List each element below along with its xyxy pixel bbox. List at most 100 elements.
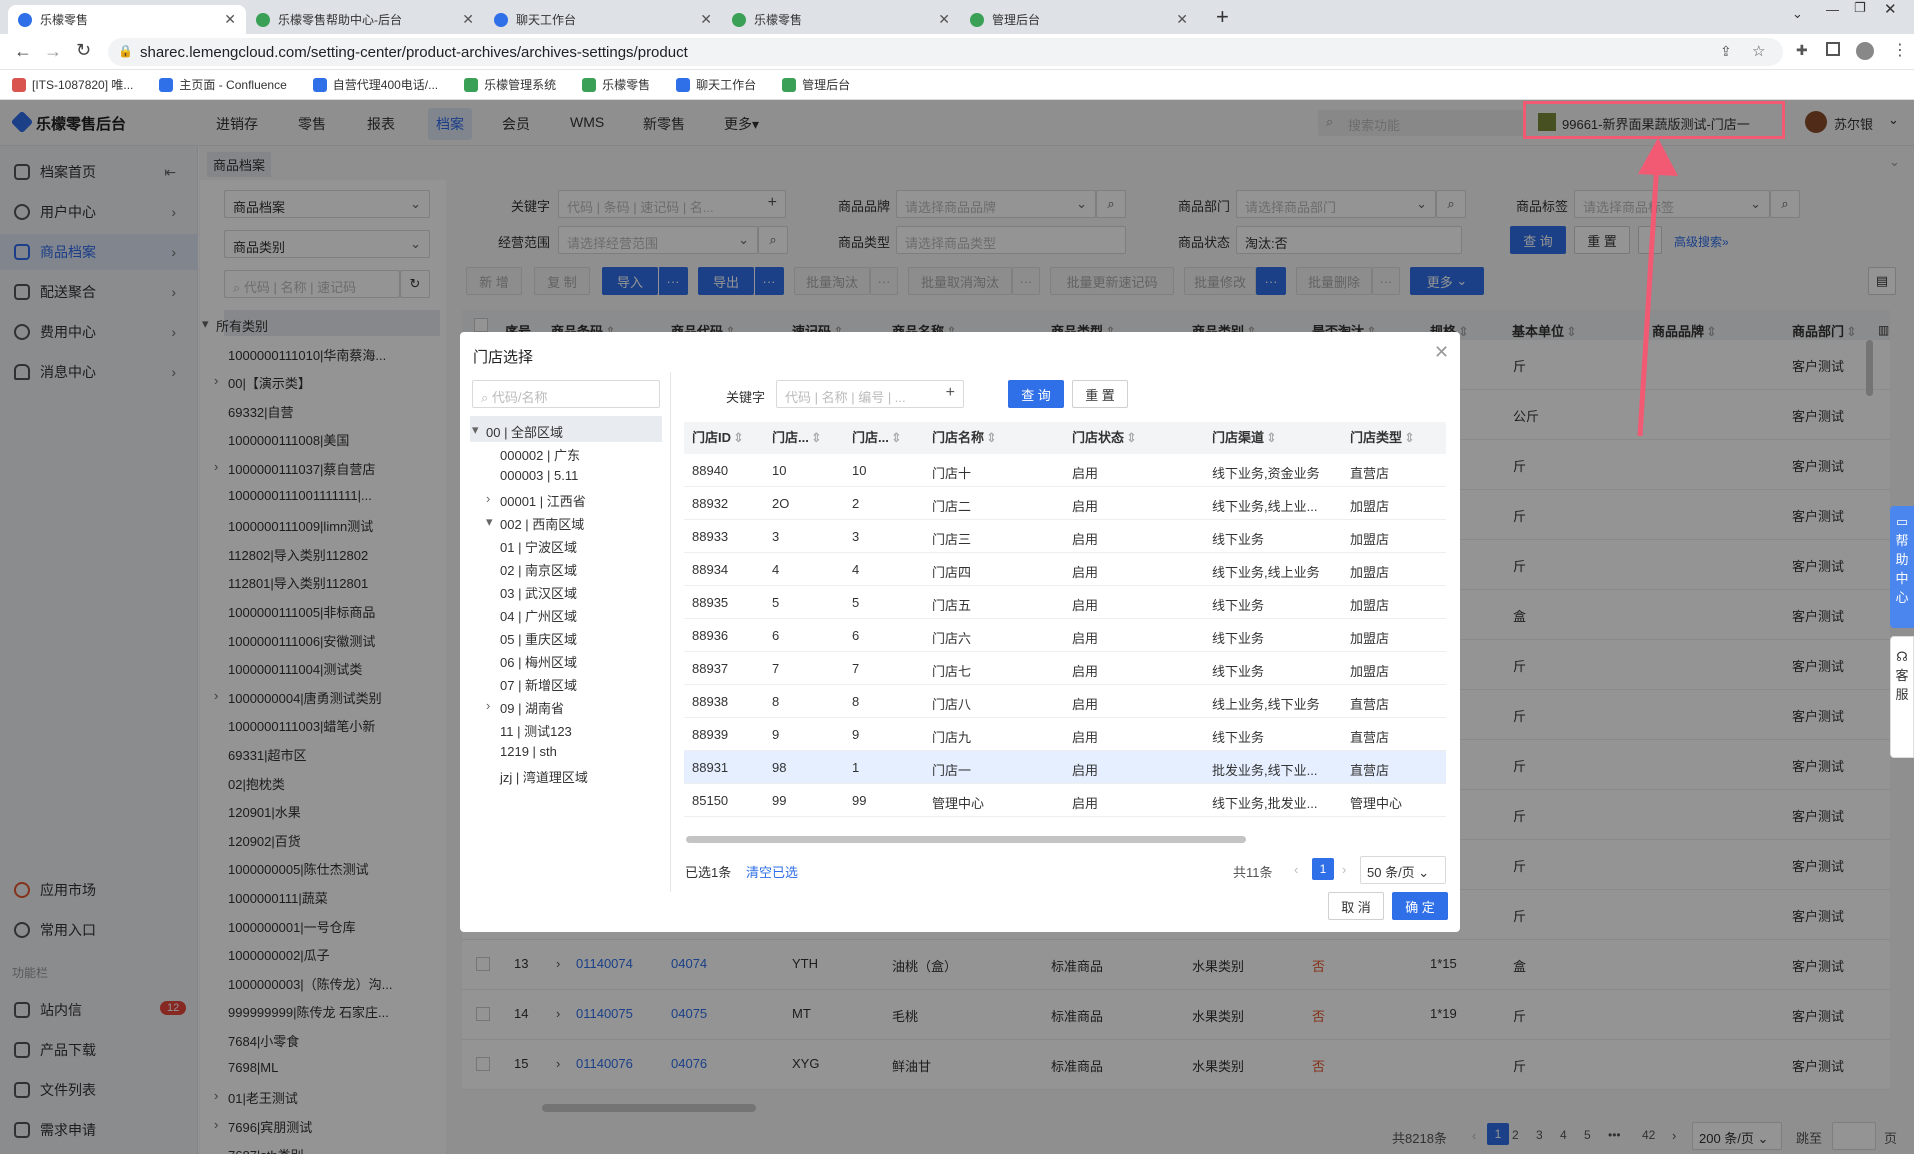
store-column-header[interactable]: 门店状态 ⇕: [1072, 422, 1202, 454]
store-row[interactable]: 88933 3 3 门店三 启用 线下业务 加盟店: [684, 520, 1446, 553]
close-icon[interactable]: ✕: [224, 11, 236, 28]
bookmark[interactable]: 乐檬管理系统: [464, 76, 556, 93]
browser-menu-icon[interactable]: ⋮: [1892, 40, 1908, 60]
sidepanel-icon[interactable]: [1826, 42, 1840, 56]
clear-selection-link[interactable]: 清空已选: [746, 862, 798, 881]
store-column-header[interactable]: 门店名称 ⇕: [932, 422, 1062, 454]
url-input[interactable]: 🔒 sharec.lemengcloud.com/setting-center/…: [108, 38, 1783, 66]
store-tree-label: 02 | 南京区域: [500, 563, 578, 578]
store-tree-node[interactable]: 11 | 测试123: [500, 721, 572, 740]
store-tree-node[interactable]: 05 | 重庆区域: [500, 629, 577, 648]
store-tree-node[interactable]: 04 | 广州区域: [500, 606, 577, 625]
store-tree-node[interactable]: › 09 | 湖南省: [486, 698, 564, 717]
store-channel-cell: 线下业务: [1212, 730, 1265, 745]
store-tree-node[interactable]: 000002 | 广东: [500, 445, 580, 464]
close-icon[interactable]: ✕: [462, 11, 474, 28]
store-column-header[interactable]: 门店渠道 ⇕: [1212, 422, 1342, 454]
bookmark[interactable]: [ITS-1087820] 唯...: [12, 76, 133, 93]
browser-tab[interactable]: 乐檬零售 ✕: [8, 5, 246, 34]
browser-tab[interactable]: 乐檬零售 ✕: [722, 5, 960, 34]
store-tree-node[interactable]: 01 | 宁波区域: [500, 537, 577, 556]
sort-icon[interactable]: ⇕: [733, 430, 744, 445]
prev-page-icon[interactable]: ‹: [1294, 862, 1298, 877]
bookmark[interactable]: 主页面 - Confluence: [159, 76, 287, 93]
store-keyword-input[interactable]: 代码 | 名称 | 编号 | ... +: [776, 380, 964, 408]
sort-icon[interactable]: ⇕: [811, 430, 822, 445]
store-row[interactable]: 88935 5 5 门店五 启用 线下业务 加盟店: [684, 586, 1446, 619]
store-row[interactable]: 88937 7 7 门店七 启用 线下业务 加盟店: [684, 652, 1446, 685]
browser-tab[interactable]: 乐檬零售帮助中心-后台 ✕: [246, 5, 484, 34]
cancel-button[interactable]: 取 消: [1328, 892, 1384, 920]
confirm-button[interactable]: 确 定: [1392, 892, 1448, 920]
browser-tab[interactable]: 管理后台 ✕: [960, 5, 1198, 34]
store-status-cell: 启用: [1072, 499, 1099, 514]
store-tree-node[interactable]: 07 | 新增区域: [500, 675, 577, 694]
store-tree-node[interactable]: › 00001 | 江西省: [486, 491, 586, 510]
store-reset-button[interactable]: 重 置: [1072, 380, 1128, 408]
minimize-icon[interactable]: —: [1826, 2, 1839, 17]
extensions-icon[interactable]: ✚: [1796, 42, 1808, 59]
sort-icon[interactable]: ⇕: [1126, 430, 1137, 445]
store-column-header[interactable]: 门店类型 ⇕: [1350, 422, 1440, 454]
star-icon[interactable]: ☆: [1752, 42, 1765, 60]
current-page[interactable]: 1: [1312, 858, 1334, 880]
store-tree-search-input[interactable]: ⌕ 代码/名称: [472, 380, 660, 408]
close-icon[interactable]: ✕: [1176, 11, 1188, 28]
sort-icon[interactable]: ⇕: [986, 430, 997, 445]
close-icon[interactable]: ✕: [1434, 342, 1449, 363]
window-close-icon[interactable]: ✕: [1884, 0, 1897, 18]
reload-icon[interactable]: ↻: [76, 40, 91, 61]
bookmark[interactable]: 聊天工作台: [676, 76, 756, 93]
store-tree-node[interactable]: 06 | 梅州区域: [500, 652, 577, 671]
store-column-header[interactable]: 门店... ⇕: [772, 422, 842, 454]
store-row[interactable]: 88936 6 6 门店六 启用 线下业务 加盟店: [684, 619, 1446, 652]
store-row[interactable]: 88932 2O 2 门店二 启用 线下业务,线上业... 加盟店: [684, 487, 1446, 520]
browser-tab[interactable]: 聊天工作台 ✕: [484, 5, 722, 34]
store-tree-node[interactable]: ▾ 002 | 西南区域: [486, 514, 584, 533]
plus-icon[interactable]: +: [946, 384, 955, 402]
bookmark[interactable]: 乐檬零售: [582, 76, 650, 93]
forward-icon[interactable]: →: [44, 41, 62, 62]
store-row[interactable]: 85150 99 99 管理中心 启用 线下业务,批发业... 管理中心: [684, 784, 1446, 817]
store-row[interactable]: 88938 8 8 门店八 启用 线上业务,线下业务 直营店: [684, 685, 1446, 718]
close-icon[interactable]: ✕: [700, 11, 712, 28]
restore-icon[interactable]: ❐: [1854, 0, 1866, 16]
store-tree-node[interactable]: jzj | 湾道理区域: [500, 767, 588, 786]
new-tab-icon[interactable]: +: [1216, 4, 1229, 30]
sort-icon[interactable]: ⇕: [891, 430, 902, 445]
sort-icon[interactable]: ⇕: [1404, 430, 1415, 445]
store-status-cell: 启用: [1072, 763, 1099, 778]
help-center-tab[interactable]: ▭ 帮助中心: [1890, 506, 1914, 628]
profile-icon[interactable]: [1856, 42, 1874, 60]
bookmark[interactable]: 自营代理400电话/...: [312, 76, 438, 93]
store-row-selected[interactable]: 88931 98 1 门店一 启用 批发业务,线下业... 直营店: [684, 751, 1446, 784]
expand-arrow-icon[interactable]: ›: [486, 698, 490, 713]
tab-search-icon[interactable]: ⌄: [1792, 6, 1803, 22]
next-page-icon[interactable]: ›: [1342, 862, 1346, 877]
store-tree-node[interactable]: ▾ 00 | 全部区域: [472, 422, 563, 441]
store-id-cell: 88934: [692, 562, 729, 577]
expand-arrow-icon[interactable]: ▾: [486, 514, 493, 530]
store-page-size-select[interactable]: 50 条/页 ⌄: [1360, 856, 1446, 884]
share-icon[interactable]: ⇪: [1720, 43, 1732, 60]
store-row[interactable]: 88934 4 4 门店四 启用 线下业务,线上业务 加盟店: [684, 553, 1446, 586]
store-horizontal-scrollbar[interactable]: [686, 836, 1246, 843]
store-row[interactable]: 88940 10 10 门店十 启用 线下业务,资金业务 直营店: [684, 454, 1446, 487]
sort-icon[interactable]: ⇕: [1266, 430, 1277, 445]
store-total-count: 共11条: [1233, 865, 1273, 880]
close-icon[interactable]: ✕: [938, 11, 950, 28]
store-column-header[interactable]: 门店... ⇕: [852, 422, 922, 454]
store-type-cell: 直营店: [1350, 730, 1390, 745]
store-tree-node[interactable]: 000003 | 5.11: [500, 468, 578, 483]
store-column-header[interactable]: 门店ID ⇕: [692, 422, 762, 454]
store-tree-node[interactable]: 03 | 武汉区域: [500, 583, 577, 602]
bookmark[interactable]: 管理后台: [782, 76, 850, 93]
store-tree-node[interactable]: 1219 | sth: [500, 744, 557, 759]
back-icon[interactable]: ←: [14, 41, 32, 62]
customer-service-tab[interactable]: ☊ 客服: [1890, 636, 1914, 758]
store-row[interactable]: 88939 9 9 门店九 启用 线下业务 直营店: [684, 718, 1446, 751]
expand-arrow-icon[interactable]: ▾: [472, 422, 479, 438]
expand-arrow-icon[interactable]: ›: [486, 491, 490, 506]
store-query-button[interactable]: 查 询: [1008, 380, 1064, 408]
store-tree-node[interactable]: 02 | 南京区域: [500, 560, 577, 579]
